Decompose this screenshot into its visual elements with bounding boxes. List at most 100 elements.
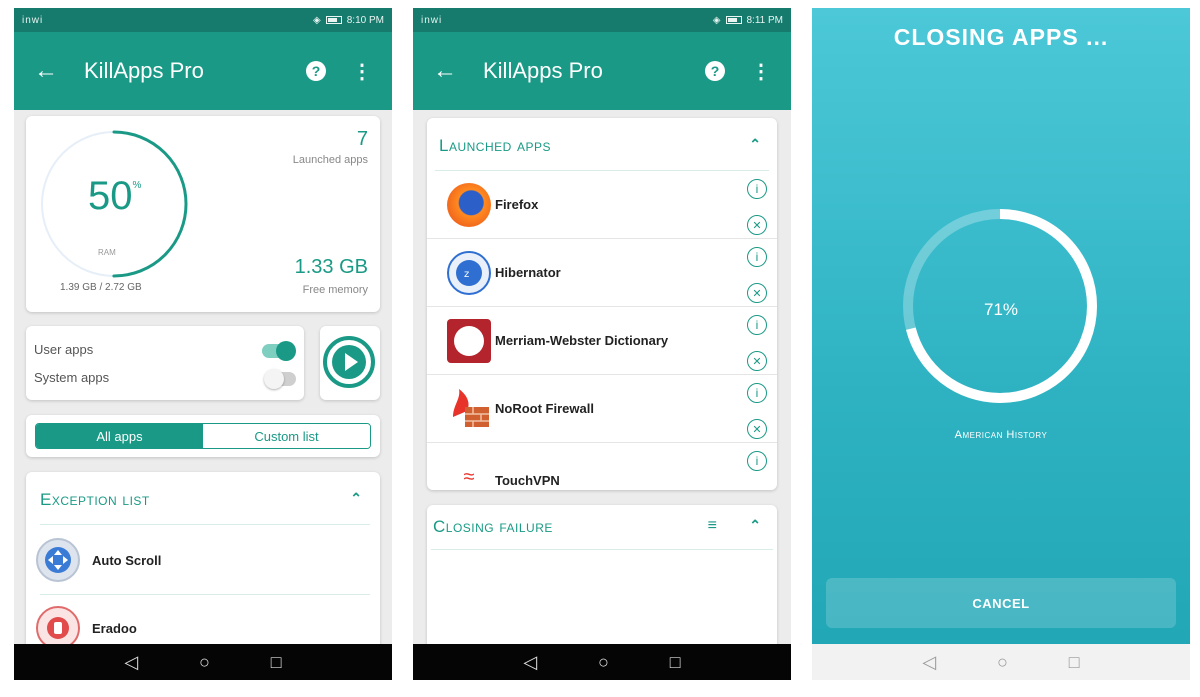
screen-closing-apps: CLOSING APPS ... 71% American History CA… — [812, 8, 1190, 680]
free-memory-value: 1.33 GB — [294, 256, 368, 278]
close-icon[interactable]: ✕ — [747, 215, 767, 235]
firefox-icon — [447, 183, 491, 227]
nav-back-icon[interactable]: ◁ — [523, 652, 537, 673]
nav-recents-icon[interactable]: □ — [1069, 652, 1080, 673]
status-icons: ◈ 8:11 PM — [713, 15, 783, 26]
divider — [40, 594, 370, 595]
wifi-icon: ◈ — [712, 14, 721, 26]
scope-segmented-control: All apps Custom list — [35, 423, 371, 449]
divider — [431, 549, 773, 550]
current-app-name: American History — [954, 429, 1048, 441]
more-vert-icon[interactable]: ⋮ — [751, 59, 771, 84]
memory-card: 50% RAM 1.39 GB / 2.72 GB 7 Launched app… — [26, 116, 380, 312]
list-item[interactable]: Auto Scroll — [26, 538, 380, 582]
launched-apps-card: Launched apps ⌃ Firefox i ✕ z Hibernator… — [427, 118, 777, 490]
ram-used-total: 1.39 GB / 2.72 GB — [60, 282, 142, 293]
info-icon[interactable]: i — [747, 247, 767, 267]
app-title: KillApps Pro — [483, 58, 603, 83]
system-apps-toggle[interactable] — [264, 369, 296, 389]
carrier-label: inwi — [421, 14, 443, 26]
list-item[interactable]: z Hibernator i ✕ — [427, 239, 777, 307]
exception-list-header: Exception list — [40, 490, 150, 509]
system-nav-bar: ◁ ○ □ — [413, 644, 791, 680]
firewall-icon — [447, 387, 491, 431]
nav-home-icon[interactable]: ○ — [199, 652, 210, 673]
vpn-icon: ≈ — [463, 465, 475, 488]
chevron-up-icon[interactable]: ⌃ — [350, 490, 362, 507]
close-icon[interactable]: ✕ — [747, 283, 767, 303]
app-name: Eradoo — [92, 620, 137, 636]
launched-apps-label: Launched apps — [292, 154, 368, 166]
sort-icon[interactable]: ≡ — [708, 517, 717, 535]
app-title: KillApps Pro — [84, 58, 204, 83]
segment-all-apps[interactable]: All apps — [36, 424, 203, 448]
list-item[interactable]: NoRoot Firewall i ✕ — [427, 375, 777, 443]
user-apps-label: User apps — [34, 342, 94, 357]
system-apps-label: System apps — [34, 370, 110, 385]
clock: 8:11 PM — [746, 14, 784, 26]
back-arrow-icon[interactable]: ← — [433, 57, 483, 85]
user-apps-toggle[interactable] — [262, 341, 296, 361]
auto-scroll-icon — [36, 538, 80, 582]
app-bar: ← KillApps Pro ? ⋮ — [413, 32, 791, 110]
nav-home-icon[interactable]: ○ — [997, 652, 1008, 673]
ram-percent: 50% — [88, 174, 142, 218]
carrier-label: inwi — [22, 14, 44, 26]
scope-card: All apps Custom list — [26, 415, 380, 457]
battery-icon — [725, 16, 742, 24]
close-icon[interactable]: ✕ — [747, 351, 767, 371]
clock: 8:10 PM — [346, 14, 384, 26]
start-kill-button[interactable] — [323, 336, 375, 388]
screen-killapps-main: inwi ◈ 8:10 PM ← KillApps Pro ? ⋮ 50% RA… — [14, 8, 392, 680]
back-arrow-icon[interactable]: ← — [34, 57, 84, 85]
list-item[interactable]: Merriam-Webster Dictionary i ✕ — [427, 307, 777, 375]
info-icon[interactable]: i — [747, 179, 767, 199]
hibernator-icon: z — [447, 251, 491, 295]
launched-apps-count: 7 — [356, 128, 368, 150]
closing-failure-header: Closing failure — [433, 517, 553, 536]
launched-apps-header: Launched apps — [439, 136, 552, 155]
closing-title: CLOSING APPS ... — [893, 24, 1109, 50]
merriam-webster-icon — [447, 319, 491, 363]
app-name: Hibernator — [495, 265, 561, 280]
system-nav-bar: ◁ ○ □ — [812, 644, 1190, 680]
app-name: Firefox — [495, 197, 539, 212]
status-bar: inwi ◈ 8:11 PM — [413, 8, 791, 32]
info-icon[interactable]: i — [747, 315, 767, 335]
list-item[interactable]: Firefox i ✕ — [427, 171, 777, 239]
info-icon[interactable]: i — [747, 383, 767, 403]
system-nav-bar: ◁ ○ □ — [14, 644, 392, 680]
svg-text:z: z — [464, 269, 469, 280]
chevron-up-icon[interactable]: ⌃ — [749, 136, 761, 153]
battery-icon — [325, 16, 342, 24]
free-memory-label: Free memory — [302, 284, 368, 296]
nav-back-icon[interactable]: ◁ — [124, 652, 138, 673]
list-item[interactable]: ≈ TouchVPN i — [427, 443, 777, 490]
ram-label: RAM — [98, 248, 116, 257]
help-icon[interactable]: ? — [306, 61, 326, 81]
app-filter-card: User apps System apps — [26, 326, 304, 400]
status-icons: ◈ 8:10 PM — [313, 15, 384, 26]
closing-progress-percent: 71% — [983, 300, 1019, 319]
nav-recents-icon[interactable]: □ — [271, 652, 282, 673]
app-bar: ← KillApps Pro ? ⋮ — [14, 32, 392, 110]
segment-custom-list[interactable]: Custom list — [203, 424, 370, 448]
nav-home-icon[interactable]: ○ — [598, 652, 609, 673]
divider — [40, 524, 370, 525]
app-name: NoRoot Firewall — [495, 401, 594, 416]
more-vert-icon[interactable]: ⋮ — [352, 59, 372, 84]
wifi-icon: ◈ — [313, 14, 321, 26]
status-bar: inwi ◈ 8:10 PM — [14, 8, 392, 32]
app-name: TouchVPN — [495, 473, 560, 488]
app-name: Auto Scroll — [92, 552, 162, 568]
screen-launched-apps: inwi ◈ 8:11 PM ← KillApps Pro ? ⋮ Launch… — [413, 8, 791, 680]
cancel-button[interactable]: CANCEL — [826, 578, 1176, 628]
nav-back-icon[interactable]: ◁ — [922, 652, 936, 673]
app-name: Merriam-Webster Dictionary — [495, 333, 669, 348]
close-icon[interactable]: ✕ — [747, 419, 767, 439]
nav-recents-icon[interactable]: □ — [670, 652, 681, 673]
start-kill-card — [320, 326, 380, 400]
info-icon[interactable]: i — [747, 451, 767, 471]
help-icon[interactable]: ? — [705, 61, 725, 81]
chevron-up-icon[interactable]: ⌃ — [749, 517, 761, 534]
